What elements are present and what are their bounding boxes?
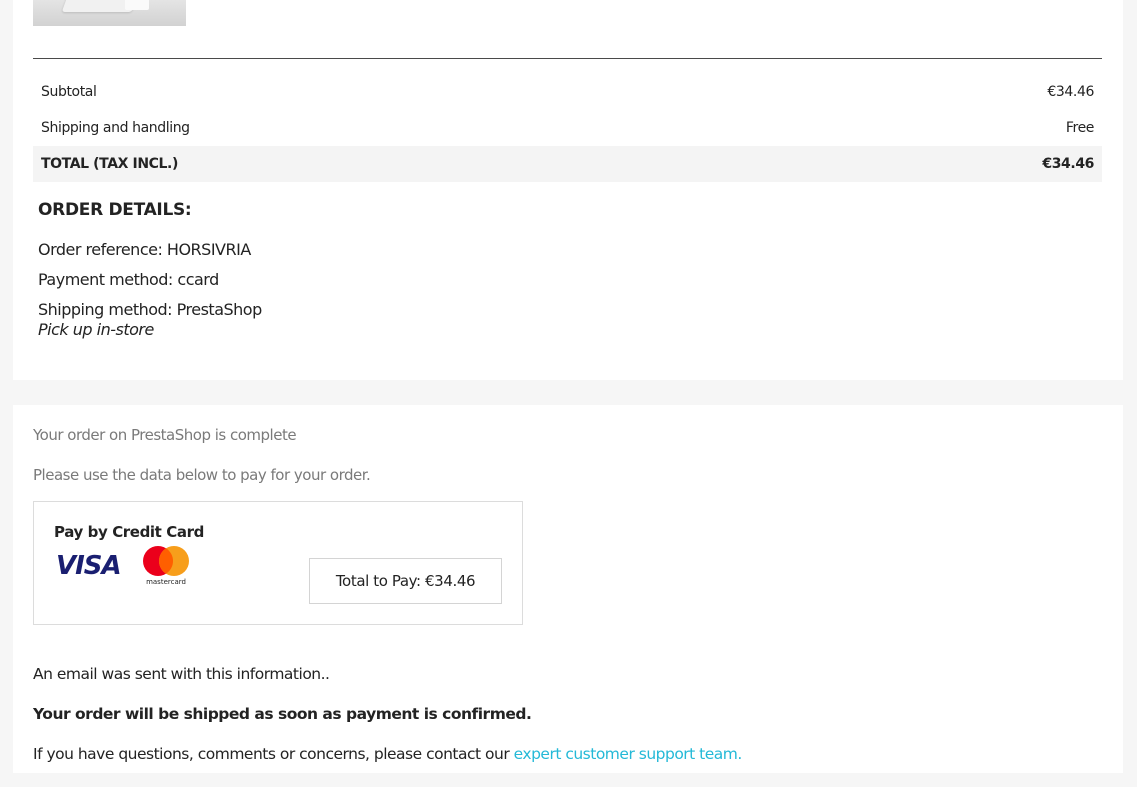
order-complete-text: Your order on PrestaShop is complete (33, 426, 297, 444)
payment-instructions: Please use the data below to pay for you… (33, 466, 371, 484)
product-thumbnail[interactable] (33, 0, 186, 26)
mastercard-logo-icon: mastercard (143, 546, 189, 586)
support-contact-prefix: If you have questions, comments or conce… (33, 745, 514, 763)
total-value: €34.46 (1042, 156, 1094, 172)
order-totals-table: Subtotal €34.46 Shipping and handling Fr… (33, 74, 1102, 182)
shipping-label: Shipping and handling (41, 120, 190, 136)
support-team-link[interactable]: expert customer support team. (514, 745, 743, 763)
carrier-delay: Pick up in-store (38, 320, 154, 339)
visa-logo-icon: VISA (56, 551, 122, 581)
pay-box-title: Pay by Credit Card (54, 523, 204, 541)
visa-logo-text: VISA (56, 551, 122, 581)
subtotal-row: Subtotal €34.46 (33, 74, 1102, 110)
total-row: TOTAL (TAX INCL.) €34.46 (33, 146, 1102, 182)
subtotal-value: €34.46 (1047, 84, 1094, 100)
payment-method: Payment method: ccard (38, 270, 219, 289)
divider (33, 58, 1102, 59)
shipping-confirmation-text: Your order will be shipped as soon as pa… (33, 705, 532, 723)
support-contact-text: If you have questions, comments or conce… (33, 745, 742, 763)
shipping-method: Shipping method: PrestaShop (38, 300, 262, 319)
credit-card-payment-box: Pay by Credit Card VISA mastercard Total… (33, 501, 523, 625)
order-summary-card: Subtotal €34.46 Shipping and handling Fr… (13, 0, 1123, 380)
shipping-value: Free (1065, 120, 1095, 136)
subtotal-label: Subtotal (41, 84, 97, 100)
total-to-pay-box: Total to Pay: €34.46 (309, 558, 502, 604)
order-details-title: ORDER DETAILS: (38, 200, 192, 220)
email-sent-text: An email was sent with this information.… (33, 665, 330, 683)
shipping-row: Shipping and handling Free (33, 110, 1102, 146)
mastercard-wordmark: mastercard (146, 578, 186, 586)
order-reference: Order reference: HORSIVRIA (38, 240, 251, 259)
payment-return-card: Your order on PrestaShop is complete Ple… (13, 405, 1123, 773)
total-label: TOTAL (TAX INCL.) (41, 156, 178, 172)
order-details-section: ORDER DETAILS: Order reference: HORSIVRI… (38, 200, 262, 340)
